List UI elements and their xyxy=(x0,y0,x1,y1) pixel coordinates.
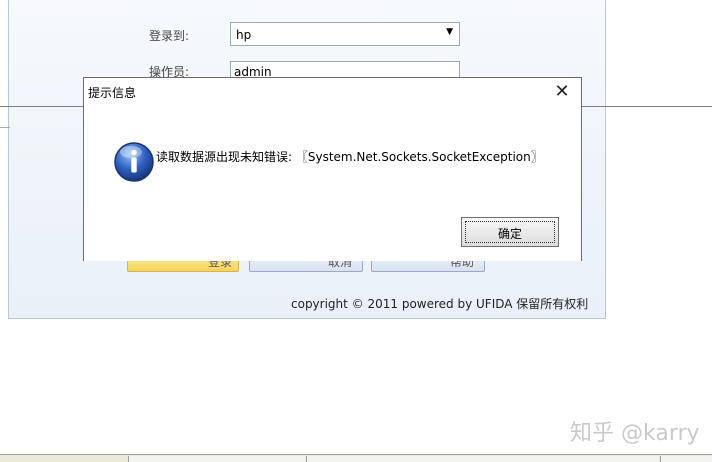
message-dialog: 提示信息 ✕ 读取数据源出现未知错误: 〖System.Net.Sockets.… xyxy=(83,77,582,261)
dropdown-arrow-icon[interactable]: ▼ xyxy=(446,27,453,37)
server-select[interactable]: hp ▼ xyxy=(230,22,460,46)
watermark: 知乎 @karry xyxy=(570,421,700,446)
divider-line xyxy=(0,106,85,107)
status-bar-cell xyxy=(306,456,659,462)
info-icon xyxy=(114,142,154,182)
divider-line xyxy=(0,127,10,128)
ok-button[interactable]: 确定 xyxy=(461,217,559,247)
status-bar-cell xyxy=(128,456,305,462)
ok-button-label: 确定 xyxy=(465,221,555,243)
status-bar-cell xyxy=(660,456,712,462)
dialog-message: 读取数据源出现未知错误: 〖System.Net.Sockets.SocketE… xyxy=(156,150,543,164)
login-to-label: 登录到: xyxy=(149,29,190,43)
close-icon[interactable]: ✕ xyxy=(551,81,573,103)
dialog-body: 读取数据源出现未知错误: 〖System.Net.Sockets.SocketE… xyxy=(84,106,581,261)
copyright-text: copyright © 2011 powered by UFIDA 保留所有权利 xyxy=(291,297,589,311)
dialog-title: 提示信息 xyxy=(88,86,137,100)
divider-line xyxy=(582,106,712,107)
server-select-value: hp xyxy=(236,28,252,42)
